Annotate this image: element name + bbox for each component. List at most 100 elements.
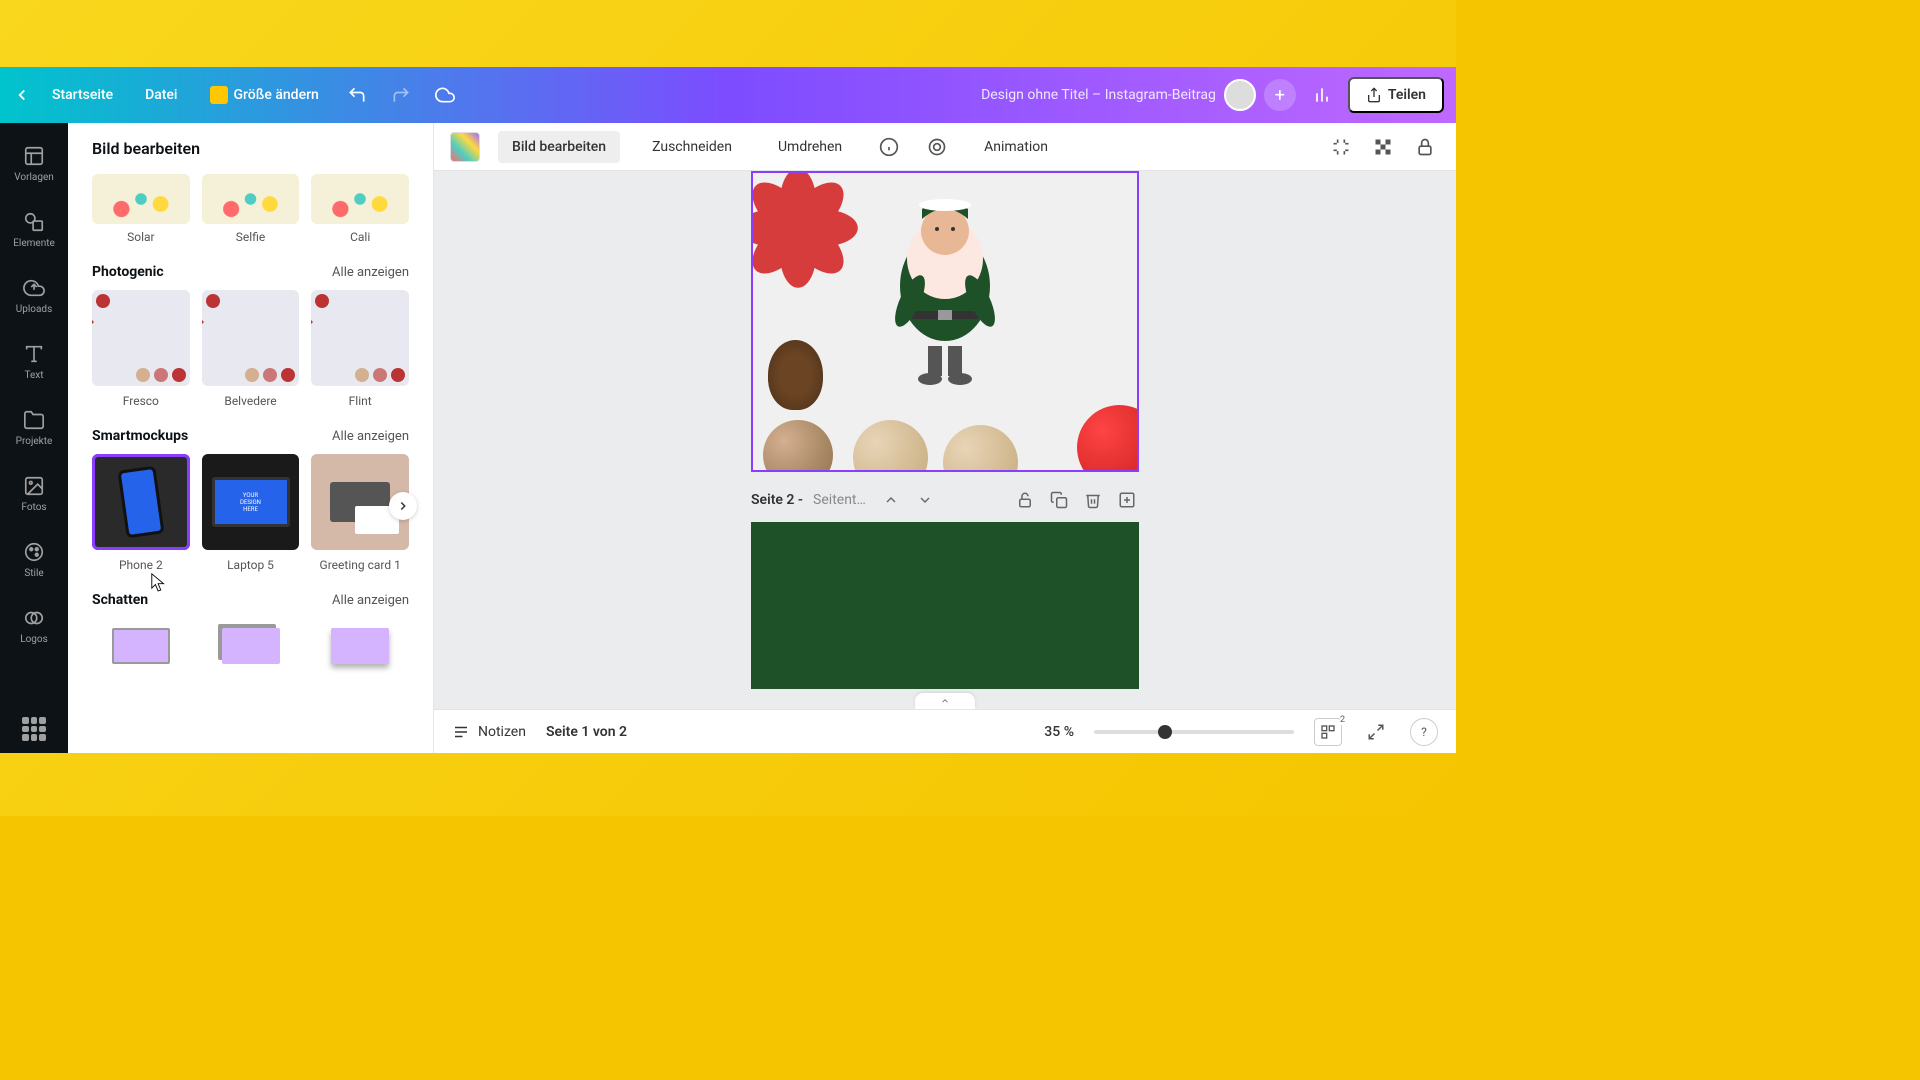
thumb-label: Flint [311,394,409,408]
shadow-option-1[interactable] [92,618,190,664]
avatar[interactable] [1224,79,1256,111]
footer-bar: Notizen Seite 1 von 2 35 % 2 ? [434,709,1456,753]
filter-row-top: Solar Selfie Cali [92,174,409,244]
ornament-1 [763,420,833,472]
styles-icon [22,540,46,564]
add-page-icon[interactable] [1115,488,1139,512]
next-mockups-button[interactable] [389,492,417,520]
rail-label: Logos [20,634,48,645]
section-title: Smartmockups [92,428,188,444]
share-label: Teilen [1388,87,1426,103]
filter-selfie[interactable]: Selfie [202,174,300,244]
filter-label: Selfie [202,230,300,244]
page-counter[interactable]: Seite 1 von 2 [546,724,627,740]
elements-icon [22,210,46,234]
transparency-icon[interactable] [1368,132,1398,162]
rail-label: Stile [24,568,43,579]
share-button[interactable]: Teilen [1348,77,1444,113]
insights-icon[interactable] [1304,77,1340,113]
page-2-title-input[interactable]: Seitentitel hi… [813,492,869,508]
thumb-label: Phone 2 [92,558,190,572]
undo-button[interactable] [339,77,375,113]
mockup-phone2[interactable]: Phone 2 [92,454,190,572]
see-all-shadow[interactable]: Alle anzeigen [332,593,409,608]
zoom-slider[interactable] [1094,730,1294,734]
zoom-label[interactable]: 35 % [1044,724,1074,740]
back-icon[interactable] [12,85,32,105]
page-badge: 2 [1340,715,1345,725]
page-2[interactable] [751,522,1139,689]
context-toolbar: Bild bearbeiten Zuschneiden Umdrehen Ani… [434,123,1456,171]
home-button[interactable]: Startseite [40,79,125,111]
panel-scroll[interactable]: Solar Selfie Cali Photogenic Alle anzeig… [68,166,433,753]
photogenic-fresco[interactable]: Fresco [92,290,190,408]
shadow-option-2[interactable] [202,618,300,664]
rail-label: Projekte [16,436,53,447]
text-icon [22,342,46,366]
rail-projects[interactable]: Projekte [0,395,68,459]
position-icon[interactable] [1326,132,1356,162]
logos-icon [22,606,46,630]
ctx-animation[interactable]: Animation [970,131,1062,163]
see-all-smartmockups[interactable]: Alle anzeigen [332,429,409,444]
shadow-option-3[interactable] [311,618,409,664]
lock-icon[interactable] [1410,132,1440,162]
projects-icon [22,408,46,432]
grid-view-button[interactable]: 2 [1314,718,1342,746]
file-button[interactable]: Datei [133,79,189,111]
see-all-photogenic[interactable]: Alle anzeigen [332,265,409,280]
collapse-up-icon[interactable] [879,488,903,512]
notes-button[interactable]: Notizen [452,723,526,741]
uploads-icon [22,276,46,300]
rail-more-apps[interactable] [22,717,46,741]
notes-label: Notizen [478,724,526,740]
rail-logos[interactable]: Logos [0,593,68,657]
photogenic-flint[interactable]: Flint [311,290,409,408]
rail-text[interactable]: Text [0,329,68,393]
rail-label: Fotos [21,502,46,513]
rail-label: Text [24,370,43,381]
rail-styles[interactable]: Stile [0,527,68,591]
lock-page-icon[interactable] [1013,488,1037,512]
ctx-crop[interactable]: Zuschneiden [638,131,746,163]
mockup-laptop5[interactable]: YOURDESIGNHERELaptop 5 [202,454,300,572]
templates-icon [22,144,46,168]
expand-pages-tab[interactable] [915,693,975,709]
ornament-3 [943,425,1018,472]
redo-button[interactable] [383,77,419,113]
page-1[interactable] [751,171,1139,472]
section-smartmockups: Smartmockups Alle anzeigen Phone 2 YOURD… [92,428,409,572]
cloud-sync-icon[interactable] [427,77,463,113]
poinsettia-image [751,171,863,293]
canvas-area[interactable]: Seite 2 - Seitentitel hi… [434,171,1456,709]
collapse-down-icon[interactable] [913,488,937,512]
help-button[interactable]: ? [1410,718,1438,746]
rail-templates[interactable]: Vorlagen [0,131,68,195]
document-title[interactable]: Design ohne Titel – Instagram-Beitrag [981,87,1216,103]
panel-title: Bild bearbeiten [68,123,433,166]
ctx-flip[interactable]: Umdrehen [764,131,856,163]
rail-label: Uploads [16,304,52,315]
rail-elements[interactable]: Elemente [0,197,68,261]
info-icon[interactable] [874,132,904,162]
photogenic-belvedere[interactable]: Belvedere [202,290,300,408]
thumb-label: Belvedere [202,394,300,408]
add-collaborator-button[interactable]: + [1264,79,1296,111]
filter-label: Cali [311,230,409,244]
filter-label: Solar [92,230,190,244]
fullscreen-button[interactable] [1362,718,1390,746]
rail-uploads[interactable]: Uploads [0,263,68,327]
duplicate-page-icon[interactable] [1047,488,1071,512]
delete-page-icon[interactable] [1081,488,1105,512]
resize-button[interactable]: Größe ändern [198,78,331,112]
editor-column: Bild bearbeiten Zuschneiden Umdrehen Ani… [434,123,1456,753]
left-rail: Vorlagen Elemente Uploads Text Projekte … [0,123,68,753]
color-picker-button[interactable] [450,132,480,162]
rail-photos[interactable]: Fotos [0,461,68,525]
filter-cali[interactable]: Cali [311,174,409,244]
ctx-edit-image[interactable]: Bild bearbeiten [498,131,620,163]
filter-solar[interactable]: Solar [92,174,190,244]
page-2-label: Seite 2 - [751,492,803,508]
zoom-thumb[interactable] [1158,725,1172,739]
page-2-controls: Seite 2 - Seitentitel hi… [751,472,1139,522]
